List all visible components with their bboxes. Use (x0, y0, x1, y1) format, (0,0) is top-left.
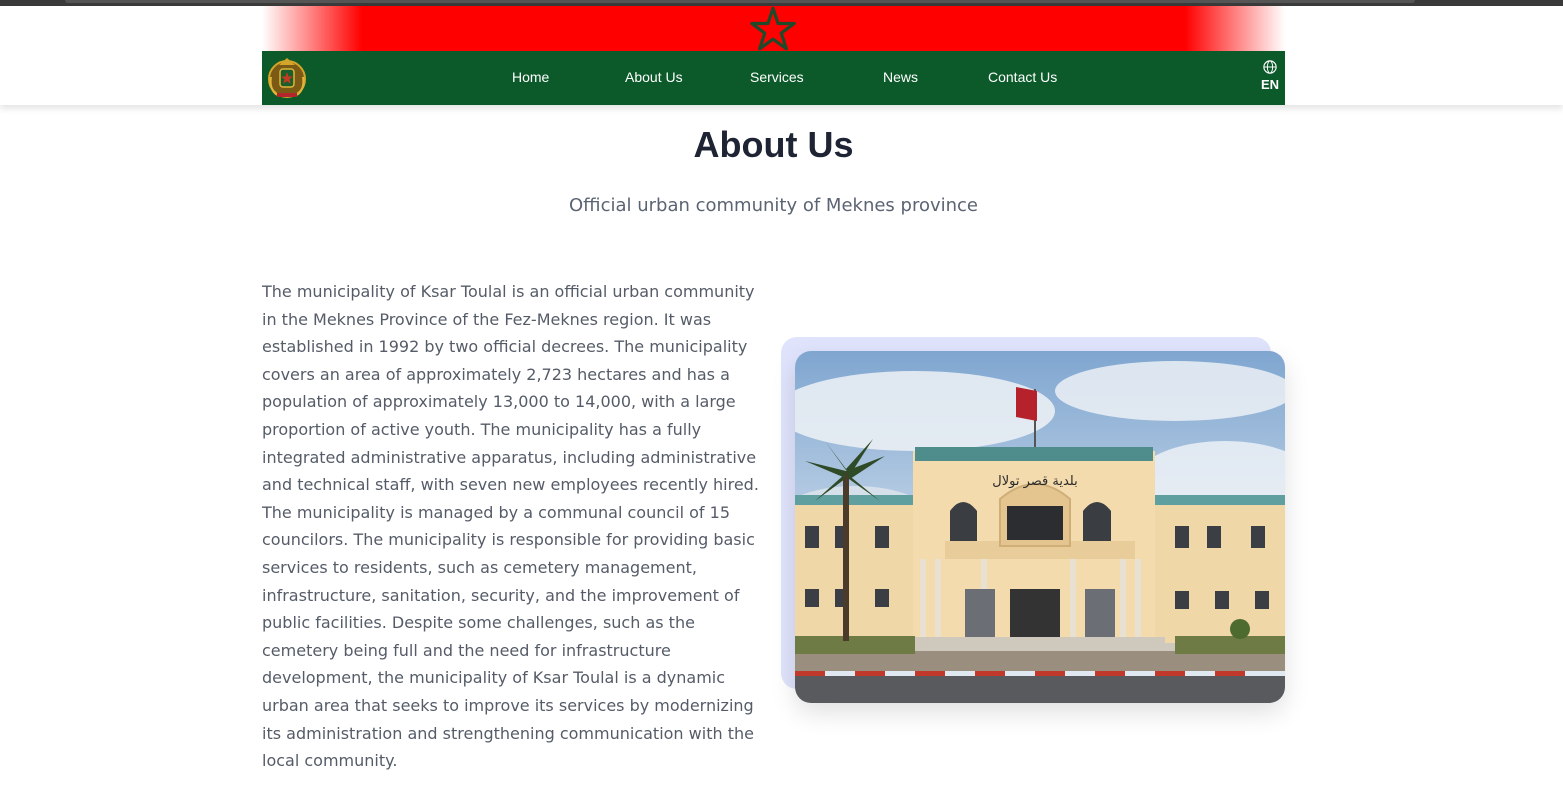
page-subtitle: Official urban community of Meknes provi… (569, 195, 978, 216)
nav-services-link[interactable]: Services (750, 69, 804, 85)
browser-top-bar-edge (65, 0, 1415, 3)
town-hall-illustration: بلدية قصر تولال (795, 351, 1285, 703)
globe-icon (1263, 60, 1277, 74)
page-title: About Us (693, 124, 854, 165)
star-icon (750, 6, 796, 51)
building-sign: بلدية قصر تولال (992, 474, 1077, 489)
language-switcher[interactable]: EN (1258, 60, 1282, 92)
nav-contact-link[interactable]: Contact Us (988, 69, 1057, 85)
main-navigation: Home About Us Services News Contact Us E… (262, 51, 1285, 105)
town-hall-photo: بلدية قصر تولال (795, 351, 1285, 703)
royal-emblem-icon[interactable] (265, 55, 309, 101)
language-label: EN (1260, 77, 1280, 92)
about-description: The municipality of Ksar Toulal is an of… (262, 282, 759, 771)
nav-home-link[interactable]: Home (512, 69, 549, 85)
nav-about-link[interactable]: About Us (625, 69, 683, 85)
nav-news-link[interactable]: News (883, 69, 918, 85)
